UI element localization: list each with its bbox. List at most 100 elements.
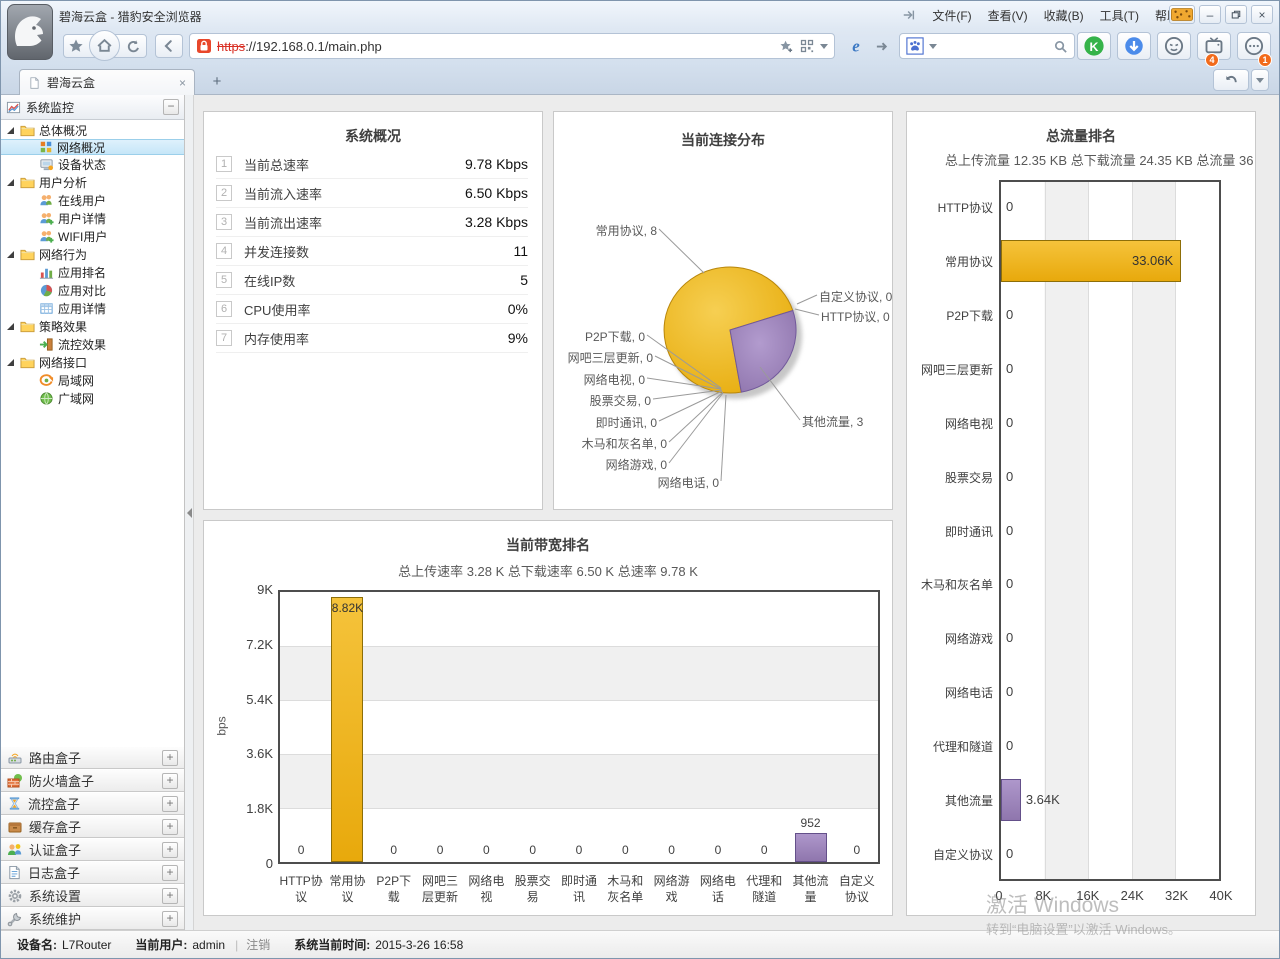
- tab-biihai-cloud-box[interactable]: 碧海云盒 ×: [19, 69, 195, 95]
- sidebar-item-app-compare[interactable]: 应用对比: [1, 281, 184, 299]
- favorite-button[interactable]: [65, 36, 87, 56]
- sidebar-item-policy-effect[interactable]: 策略效果: [1, 317, 184, 335]
- hourglass-icon: [7, 796, 22, 811]
- home-button[interactable]: [89, 30, 120, 61]
- accordion-expand-button[interactable]: +: [162, 842, 178, 858]
- paw-search-engine-icon[interactable]: [906, 37, 924, 55]
- skin-button[interactable]: [1169, 5, 1195, 24]
- sidebar-item-user-analysis[interactable]: 用户分析: [1, 173, 184, 191]
- menu-favorites[interactable]: 收藏(B): [1044, 7, 1084, 24]
- pin-icon[interactable]: [902, 8, 916, 22]
- accordion-expand-button[interactable]: +: [162, 865, 178, 881]
- restore-closed-tab-button[interactable]: [1213, 69, 1249, 91]
- sidebar-item-network-interface[interactable]: 网络接口: [1, 353, 184, 371]
- accordion-label: 缓存盒子: [29, 817, 81, 836]
- expand-arrow-icon: [7, 359, 14, 366]
- add-favorite-icon[interactable]: [779, 39, 794, 54]
- overview-row-value: 5: [520, 272, 528, 288]
- bandwidth-category-label: 股票交易: [510, 873, 556, 905]
- sidebar-item-network-behavior[interactable]: 网络行为: [1, 245, 184, 263]
- pie-slice-label: 其他流量, 3: [802, 413, 863, 430]
- tab-close-icon[interactable]: ×: [179, 76, 186, 90]
- restore-button[interactable]: [1225, 5, 1247, 24]
- traffic-bar-value: 0: [1006, 684, 1013, 699]
- accordion-expand-button[interactable]: +: [162, 796, 178, 812]
- traffic-bar-value: 0: [1006, 846, 1013, 861]
- search-input[interactable]: [942, 38, 1048, 54]
- sidebar-item-overall-overview[interactable]: 总体概况: [1, 121, 184, 139]
- bandwidth-rank-subtitle: 总上传速率 3.28 K 总下载速率 6.50 K 总速率 9.78 K: [204, 561, 892, 580]
- qr-dropdown-icon[interactable]: [820, 44, 828, 49]
- sidebar-item-flow-control-effect[interactable]: 流控效果: [1, 335, 184, 353]
- sidebar-item-app-ranking[interactable]: 应用排名: [1, 263, 184, 281]
- accordion-system-settings[interactable]: 系统设置+: [1, 884, 184, 907]
- minimize-button[interactable]: –: [1199, 5, 1221, 24]
- lan-icon: [39, 373, 54, 388]
- menu-view[interactable]: 查看(V): [988, 7, 1028, 24]
- search-engine-dropdown-icon[interactable]: [929, 44, 937, 49]
- accordion-router-box[interactable]: 路由盒子+: [1, 746, 184, 769]
- logout-link[interactable]: 注销: [246, 936, 270, 953]
- folder-icon: [20, 355, 35, 370]
- overview-row-value: 11: [513, 243, 528, 259]
- download-button[interactable]: [1117, 32, 1151, 60]
- accordion-expand-button[interactable]: +: [162, 750, 178, 766]
- traffic-bar-value: 0: [1006, 307, 1013, 322]
- sidebar-item-device-status[interactable]: 设备状态: [1, 155, 184, 173]
- browser-logo[interactable]: [7, 4, 53, 60]
- accordion-expand-button[interactable]: +: [162, 911, 178, 927]
- pie-slice-label: 网络游戏, 0: [517, 456, 667, 473]
- gridline: [1045, 182, 1046, 879]
- overview-row-value: 6.50 Kbps: [465, 185, 528, 201]
- traffic-category-label: 网络游戏: [907, 630, 993, 647]
- accordion-expand-button[interactable]: +: [162, 819, 178, 835]
- overview-row-value: 9.78 Kbps: [465, 156, 528, 172]
- go-button[interactable]: [869, 34, 895, 58]
- expand-arrow-icon: [7, 179, 14, 186]
- sidebar-item-network-overview[interactable]: 网络概况: [1, 139, 184, 155]
- accordion-firewall-box[interactable]: 防火墙盒子+: [1, 769, 184, 792]
- sidebar-item-lan[interactable]: 局域网: [1, 371, 184, 389]
- pie-slice-label: 网络电视, 0: [495, 371, 645, 388]
- auth-icon: [7, 842, 23, 858]
- overview-title: 系统概况: [204, 126, 542, 146]
- bandwidth-category-label: 网络游戏: [649, 873, 695, 905]
- accordion-system-maintenance[interactable]: 系统维护+: [1, 907, 184, 930]
- sidebar-item-app-details[interactable]: 应用详情: [1, 299, 184, 317]
- sidebar-splitter[interactable]: [185, 95, 194, 930]
- menu-file[interactable]: 文件(F): [932, 7, 971, 24]
- address-bar[interactable]: https ://192.168.0.1/main.php: [189, 33, 835, 59]
- star-icon: [68, 38, 84, 54]
- overview-row-number: 6: [216, 301, 232, 317]
- sidebar-item-online-users[interactable]: 在线用户: [1, 191, 184, 209]
- closed-tabs-dropdown[interactable]: [1251, 69, 1269, 91]
- menu-tools[interactable]: 工具(T): [1100, 7, 1139, 24]
- refresh-button[interactable]: [122, 36, 144, 56]
- game-center-button[interactable]: [1157, 32, 1191, 60]
- qr-code-icon[interactable]: [800, 39, 814, 53]
- gridline: [280, 646, 878, 647]
- wrench-icon: [7, 911, 23, 927]
- sidebar-item-wifi-users[interactable]: WIFI用户: [1, 227, 184, 245]
- new-tab-button[interactable]: +: [205, 71, 229, 91]
- accordion-log-box[interactable]: 日志盒子+: [1, 861, 184, 884]
- ssl-lock-icon: [196, 38, 212, 54]
- face-icon: [1164, 36, 1184, 56]
- back-button[interactable]: [155, 34, 183, 58]
- accordion-expand-button[interactable]: +: [162, 773, 178, 789]
- close-button[interactable]: ×: [1251, 5, 1273, 24]
- accordion-flow-box[interactable]: 流控盒子+: [1, 792, 184, 815]
- search-icon[interactable]: [1053, 39, 1068, 54]
- accordion-expand-button[interactable]: +: [162, 888, 178, 904]
- kingsoft-button[interactable]: K: [1077, 32, 1111, 60]
- sidebar-item-label: 网络行为: [39, 246, 87, 263]
- ie-mode-button[interactable]: e: [843, 34, 869, 58]
- device-icon: [39, 157, 54, 172]
- traffic-rank-subtitle: 总上传流量 12.35 KB 总下载流量 24.35 KB 总流量 36: [945, 150, 1253, 169]
- sidebar-item-wan[interactable]: 广域网: [1, 389, 184, 407]
- accordion-auth-box[interactable]: 认证盒子+: [1, 838, 184, 861]
- search-box[interactable]: [899, 33, 1075, 59]
- sidebar-collapse-button[interactable]: −: [163, 99, 179, 115]
- sidebar-item-user-details[interactable]: 用户详情: [1, 209, 184, 227]
- accordion-cache-box[interactable]: 缓存盒子 +: [1, 815, 184, 838]
